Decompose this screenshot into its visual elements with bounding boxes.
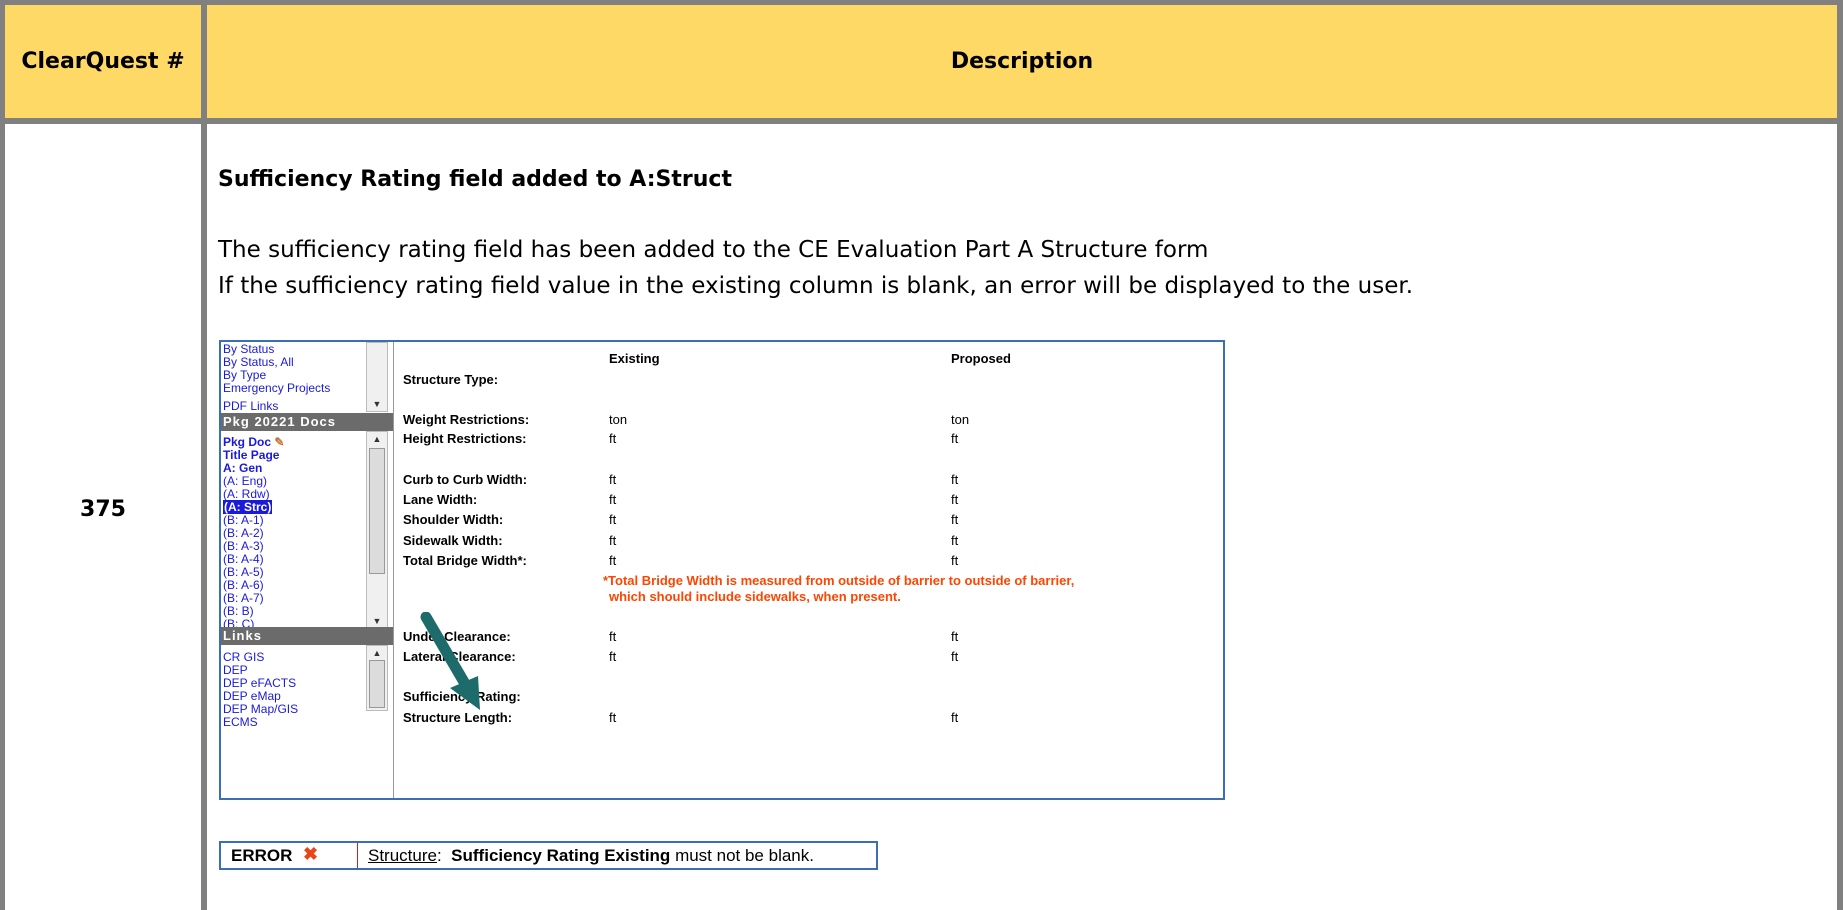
- header-clearquest: ClearQuest #: [21, 49, 185, 74]
- field-label: Sidewalk Width:: [403, 533, 503, 548]
- existing-unit[interactable]: ft: [609, 533, 616, 548]
- description-line-2: If the sufficiency rating field value in…: [218, 273, 1414, 299]
- error-rest: must not be blank.: [675, 846, 814, 865]
- doc-link[interactable]: (B: A-5): [223, 565, 264, 579]
- proposed-unit[interactable]: ft: [951, 512, 958, 527]
- proposed-unit[interactable]: ft: [951, 431, 958, 446]
- doc-link-pkg-doc[interactable]: Pkg Doc ✎: [223, 435, 284, 449]
- sidebar-link[interactable]: Emergency Projects: [223, 381, 330, 395]
- doc-link[interactable]: Title Page: [223, 448, 279, 462]
- scroll-up-icon[interactable]: ▲: [367, 647, 387, 659]
- sidebar-link[interactable]: By Status, All: [223, 355, 294, 369]
- existing-unit[interactable]: ft: [609, 710, 616, 725]
- scroll-down-icon[interactable]: ▼: [367, 615, 387, 627]
- proposed-unit[interactable]: ft: [951, 649, 958, 664]
- proposed-unit[interactable]: ft: [951, 553, 958, 568]
- doc-link[interactable]: (A: Rdw): [223, 487, 270, 501]
- existing-unit[interactable]: ft: [609, 492, 616, 507]
- scroll-up-icon[interactable]: ▲: [367, 433, 387, 445]
- field-label: Shoulder Width:: [403, 512, 504, 527]
- ext-link[interactable]: DEP Map/GIS: [223, 702, 298, 716]
- doc-link[interactable]: A: Gen: [223, 461, 262, 475]
- proposed-unit[interactable]: ft: [951, 492, 958, 507]
- form-screenshot: By Status By Status, All By Type Emergen…: [219, 340, 1225, 800]
- ext-link[interactable]: CR GIS: [223, 650, 264, 664]
- doc-link[interactable]: (B: A-1): [223, 513, 264, 527]
- field-label: Structure Length:: [403, 710, 513, 725]
- field-label: Structure Type:: [403, 372, 499, 387]
- existing-unit[interactable]: ton: [609, 412, 627, 427]
- scroll-thumb[interactable]: [369, 448, 385, 574]
- sidebar-link[interactable]: PDF Links: [223, 399, 278, 413]
- field-label: Weight Restrictions:: [403, 412, 530, 427]
- field-label: Height Restrictions:: [403, 431, 527, 446]
- ext-link[interactable]: ECMS: [223, 715, 258, 729]
- pencil-icon[interactable]: ✎: [274, 435, 284, 449]
- pointer-arrow-icon: [420, 612, 480, 710]
- doc-link[interactable]: (B: A-7): [223, 591, 264, 605]
- error-link-structure[interactable]: Structure: [368, 846, 437, 865]
- doc-link[interactable]: (A: Eng): [223, 474, 267, 488]
- ext-link[interactable]: DEP eFACTS: [223, 676, 296, 690]
- scroll-thumb[interactable]: [369, 660, 385, 708]
- description-cell: Sufficiency Rating field added to A:Stru…: [207, 124, 1837, 910]
- x-icon: ✖: [303, 844, 319, 864]
- existing-unit[interactable]: ft: [609, 553, 616, 568]
- proposed-unit[interactable]: ft: [951, 533, 958, 548]
- clearquest-number-cell: 375: [5, 124, 201, 910]
- scrollbar[interactable]: ▼: [366, 342, 388, 412]
- existing-unit[interactable]: ft: [609, 472, 616, 487]
- doc-link[interactable]: (B: B): [223, 604, 254, 618]
- error-message-box: ERROR ✖ Structure: Sufficiency Rating Ex…: [219, 841, 878, 870]
- proposed-unit[interactable]: ft: [951, 710, 958, 725]
- column-existing: Existing: [609, 351, 660, 366]
- change-title: Sufficiency Rating field added to A:Stru…: [218, 167, 732, 192]
- description-line-1: The sufficiency rating field has been ad…: [218, 237, 1209, 263]
- links-header: Links: [221, 627, 393, 645]
- bridge-width-note-line-1: *Total Bridge Width is measured from out…: [603, 573, 1075, 588]
- sidebar-link[interactable]: By Type: [223, 368, 266, 382]
- screenshot-sidebar: By Status By Status, All By Type Emergen…: [221, 342, 394, 798]
- field-label: Curb to Curb Width:: [403, 472, 528, 487]
- doc-link[interactable]: (B: A-6): [223, 578, 264, 592]
- proposed-unit[interactable]: ton: [951, 412, 969, 427]
- header-cell-clearquest: ClearQuest #: [5, 5, 201, 118]
- bridge-width-note-line-2: which should include sidewalks, when pre…: [609, 589, 901, 604]
- header-description: Description: [950, 49, 1094, 74]
- error-divider: [357, 843, 358, 868]
- changelog-table: ClearQuest # Description 375 Sufficiency…: [0, 0, 1843, 910]
- error-text: Structure: Sufficiency Rating Existing m…: [368, 846, 814, 866]
- error-colon: :: [436, 846, 442, 865]
- existing-unit[interactable]: ft: [609, 649, 616, 664]
- field-label: Lane Width:: [403, 492, 478, 507]
- ext-link[interactable]: DEP eMap: [223, 689, 281, 703]
- doc-link[interactable]: (B: A-3): [223, 539, 264, 553]
- existing-unit[interactable]: ft: [609, 431, 616, 446]
- existing-unit[interactable]: ft: [609, 629, 616, 644]
- error-label: ERROR: [231, 846, 293, 865]
- scrollbar[interactable]: ▲ ▼: [366, 431, 388, 629]
- doc-link-selected[interactable]: (A: Strc): [223, 500, 273, 514]
- proposed-unit[interactable]: ft: [951, 629, 958, 644]
- clearquest-number: 375: [80, 497, 126, 522]
- sidebar-link[interactable]: By Status: [223, 342, 274, 356]
- field-label: Total Bridge Width*:: [403, 553, 527, 568]
- existing-unit[interactable]: ft: [609, 512, 616, 527]
- column-proposed: Proposed: [951, 351, 1011, 366]
- docs-header: Pkg 20221 Docs: [221, 413, 393, 431]
- error-field: Sufficiency Rating Existing: [451, 846, 671, 865]
- scroll-down-icon[interactable]: ▼: [367, 398, 387, 410]
- doc-link[interactable]: (B: A-4): [223, 552, 264, 566]
- scrollbar[interactable]: ▲: [366, 645, 388, 711]
- doc-link[interactable]: (B: A-2): [223, 526, 264, 540]
- header-cell-description: Description: [207, 5, 1837, 118]
- proposed-unit[interactable]: ft: [951, 472, 958, 487]
- ext-link[interactable]: DEP: [223, 663, 248, 677]
